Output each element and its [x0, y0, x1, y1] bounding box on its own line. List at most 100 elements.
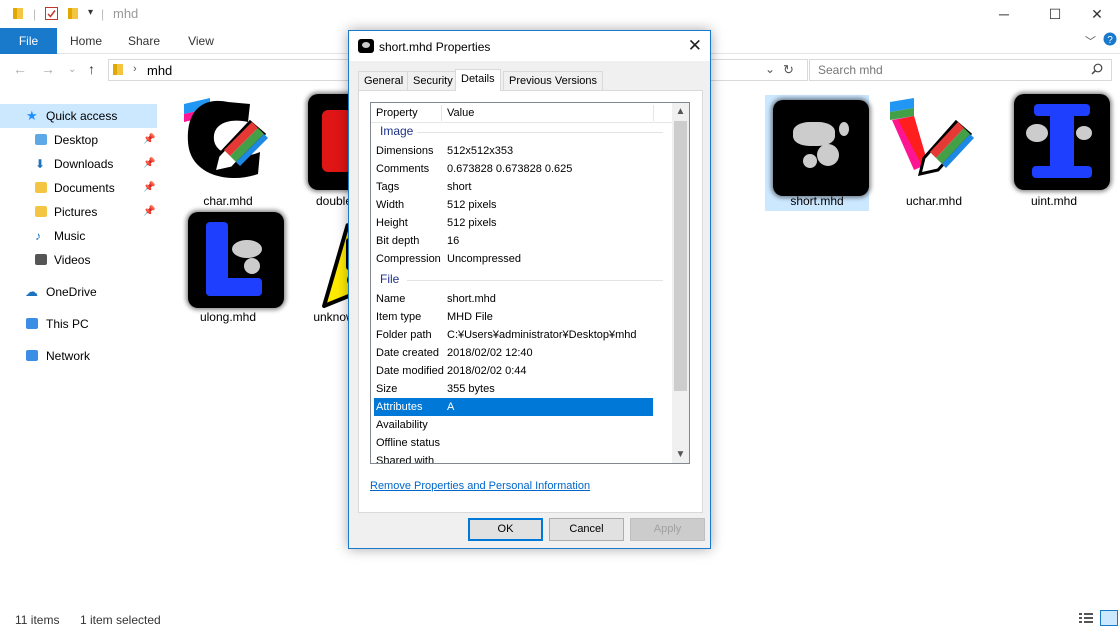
column-divider[interactable] [653, 105, 654, 121]
property-row[interactable]: Name short.mhd [371, 290, 673, 308]
property-value: 512 pixels [447, 199, 497, 211]
property-row[interactable]: Dimensions 512x512x353 [371, 142, 673, 160]
documents-icon [35, 182, 47, 193]
property-row[interactable]: Bit depth 16 [371, 232, 673, 250]
tab-home[interactable]: Home [60, 28, 112, 54]
file-item-short[interactable]: short.mhd [765, 95, 869, 211]
property-list[interactable]: Property Value Image Dimensions 512x512x3… [370, 102, 690, 464]
new-folder-icon[interactable] [67, 7, 79, 23]
large-icons-view-icon[interactable] [1100, 610, 1118, 626]
properties-icon[interactable] [45, 7, 58, 23]
details-view-icon[interactable] [1078, 611, 1094, 628]
pin-icon[interactable]: 📌 [143, 128, 155, 152]
minimize-button[interactable]: ─ [981, 0, 1027, 28]
property-row[interactable]: Folder path C:¥Users¥administrator¥Deskto… [371, 326, 673, 344]
property-row[interactable]: Compression Uncompressed [371, 250, 673, 268]
property-row[interactable]: Size 355 bytes [371, 380, 673, 398]
sidebar-item-pictures[interactable]: Pictures 📌 [0, 200, 157, 224]
property-row[interactable]: Comments 0.673828 0.673828 0.625 [371, 160, 673, 178]
scroll-up-arrow-icon[interactable]: ▲ [672, 103, 689, 120]
sidebar-item-onedrive[interactable]: ☁ OneDrive [0, 280, 157, 304]
chevron-down-icon[interactable]: ﹀ [1085, 33, 1096, 49]
close-button[interactable]: ✕ [1074, 0, 1120, 28]
vertical-scrollbar[interactable]: ▲ ▼ [672, 103, 689, 463]
property-row[interactable]: Offline status [371, 434, 673, 452]
property-row[interactable]: Date modified 2018/02/02 0:44 [371, 362, 673, 380]
sidebar-item-videos[interactable]: Videos [0, 248, 157, 272]
refresh-icon[interactable]: ↻ [783, 62, 794, 78]
search-input[interactable]: Search mhd [818, 63, 883, 77]
property-name: Item type [376, 311, 422, 323]
status-bar: 11 items 1 item selected [0, 610, 1120, 632]
sidebar-item-label: This PC [46, 317, 89, 331]
pin-icon[interactable]: 📌 [143, 152, 155, 176]
column-header-value[interactable]: Value [447, 107, 474, 119]
sidebar-item-this-pc[interactable]: This PC [0, 312, 157, 336]
property-row[interactable]: Width 512 pixels [371, 196, 673, 214]
property-row[interactable]: Date created 2018/02/02 12:40 [371, 344, 673, 362]
tab-previous-versions[interactable]: Previous Versions [503, 71, 604, 90]
property-row[interactable]: Item type MHD File [371, 308, 673, 326]
scrollbar-thumb[interactable] [674, 121, 687, 391]
pin-icon[interactable]: 📌 [143, 176, 155, 200]
file-item-ulong[interactable]: ulong.mhd [176, 208, 284, 324]
pictures-icon [35, 206, 47, 217]
forward-arrow-icon[interactable]: → [41, 61, 55, 77]
file-item-uchar[interactable]: uchar.mhd [882, 90, 986, 208]
sidebar-item-music[interactable]: ♪ Music [0, 224, 157, 248]
property-row[interactable]: Availability [371, 416, 673, 434]
scroll-down-arrow-icon[interactable]: ▼ [672, 446, 689, 463]
search-box[interactable]: Search mhd [809, 59, 1112, 81]
folder-icon[interactable] [12, 7, 24, 23]
maximize-button[interactable]: ☐ [1032, 0, 1078, 28]
breadcrumb[interactable]: mhd [147, 63, 172, 78]
property-name: Folder path [376, 329, 432, 341]
property-value: 0.673828 0.673828 0.625 [447, 163, 573, 175]
separator: | [101, 7, 105, 21]
file-item-uint[interactable]: uint.mhd [1002, 90, 1110, 208]
address-dropdown-icon[interactable]: ⌄ [765, 62, 775, 76]
tab-view[interactable]: View [175, 28, 227, 54]
sidebar-item-downloads[interactable]: ⬇ Downloads 📌 [0, 152, 157, 176]
sidebar-item-quick-access[interactable]: ★ Quick access [0, 104, 157, 128]
navigation-pane: ★ Quick access Desktop 📌 ⬇ Downloads 📌 D… [0, 94, 160, 604]
property-value: 355 bytes [447, 383, 495, 395]
remove-properties-link[interactable]: Remove Properties and Personal Informati… [370, 480, 590, 492]
up-arrow-icon[interactable]: ↑ [88, 61, 95, 77]
tab-details[interactable]: Details [455, 69, 501, 91]
tab-file[interactable]: File [0, 28, 57, 54]
column-header-property[interactable]: Property [376, 107, 418, 119]
pencil-logo-icon [890, 94, 974, 176]
tab-security[interactable]: Security [407, 71, 459, 90]
cloud-icon: ☁ [25, 284, 38, 299]
property-row[interactable]: Shared with [371, 452, 673, 463]
back-arrow-icon[interactable]: ← [13, 61, 27, 77]
property-name: Compression [376, 253, 441, 265]
pin-icon[interactable]: 📌 [143, 200, 155, 224]
help-icon[interactable]: ? [1103, 32, 1117, 49]
customize-toolbar-icon[interactable]: ▾ [88, 7, 93, 18]
sidebar-item-desktop[interactable]: Desktop 📌 [0, 128, 157, 152]
file-item-char[interactable]: char.mhd [176, 90, 280, 208]
sidebar-item-documents[interactable]: Documents 📌 [0, 176, 157, 200]
recent-chevron-icon[interactable]: ⌄ [68, 64, 76, 75]
tab-general[interactable]: General [358, 71, 410, 90]
property-row[interactable]: Height 512 pixels [371, 214, 673, 232]
tab-share[interactable]: Share [118, 28, 170, 54]
sidebar-item-network[interactable]: Network [0, 344, 157, 368]
cancel-button[interactable]: Cancel [549, 518, 624, 541]
property-name: Height [376, 217, 408, 229]
property-row-selected[interactable]: Attributes A [374, 398, 653, 416]
column-divider[interactable] [441, 105, 442, 121]
sidebar-item-label: Music [54, 229, 86, 243]
sidebar-item-label: OneDrive [46, 285, 97, 299]
apply-button[interactable]: Apply [630, 518, 705, 541]
property-value: short [447, 181, 472, 193]
dialog-close-button[interactable]: ✕ [688, 36, 702, 56]
property-row[interactable]: Tags short [371, 178, 673, 196]
dialog-tabs: General Security Details Previous Versio… [358, 69, 703, 91]
breadcrumb-chevron-icon[interactable]: › [133, 63, 137, 75]
ok-button[interactable]: OK [468, 518, 543, 541]
property-value: 16 [447, 235, 460, 247]
mri-thumbnail-icon [773, 99, 869, 196]
